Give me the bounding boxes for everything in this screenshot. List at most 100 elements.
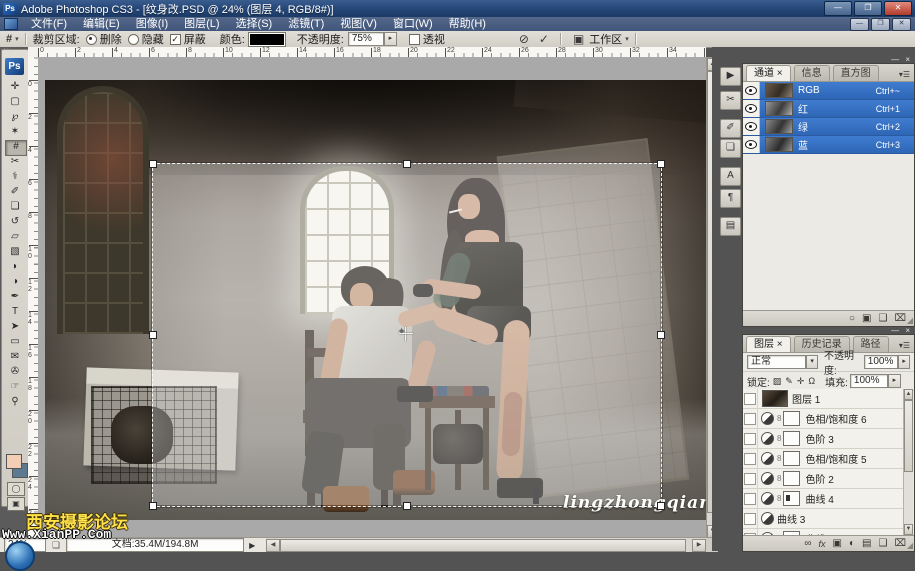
menu-item-3[interactable]: 图像(I): [128, 17, 176, 31]
panel-window-controls[interactable]: — ×: [891, 55, 912, 64]
menu-item-6[interactable]: 滤镜(T): [280, 17, 332, 31]
horizontal-scrollbar[interactable]: ◀ ▶: [266, 537, 706, 552]
path-selection-tool[interactable]: ➤: [5, 320, 25, 334]
dodge-tool[interactable]: ◑: [5, 275, 25, 289]
pen-tool[interactable]: ✒: [5, 290, 25, 304]
perspective-checkbox[interactable]: [409, 34, 420, 45]
layer-row[interactable]: 8色阶 3: [743, 429, 904, 449]
eye-checkbox[interactable]: [744, 433, 756, 445]
quick-mask-button[interactable]: ◯: [7, 482, 25, 496]
layers-tab-1[interactable]: 图层 ×: [746, 336, 791, 352]
panel-menu-icon[interactable]: ▾☰: [899, 341, 914, 352]
crop-handle-s[interactable]: [403, 502, 411, 510]
blend-mode-select[interactable]: 正常: [747, 355, 806, 369]
crop-tool-preset[interactable]: # ▾: [6, 33, 19, 45]
screen-mode-button[interactable]: ▣: [7, 497, 25, 511]
channel-row[interactable]: RGBCtrl+~: [743, 82, 914, 100]
scroll-right-icon[interactable]: ▶: [692, 539, 706, 552]
eye-checkbox[interactable]: [744, 513, 756, 525]
tool-presets-icon[interactable]: ✂: [720, 91, 741, 110]
slice-tool[interactable]: ✂: [5, 155, 25, 169]
foreground-color-swatch[interactable]: [6, 454, 22, 469]
crop-handle-w[interactable]: [149, 331, 157, 339]
new-group-icon[interactable]: ▤: [862, 537, 871, 551]
visibility-cell[interactable]: [743, 82, 760, 99]
resize-grip-icon[interactable]: ◢: [907, 541, 913, 550]
crop-handle-se[interactable]: [657, 502, 665, 510]
close-button[interactable]: ✕: [884, 1, 912, 16]
layer-comps-icon[interactable]: ▤: [720, 217, 741, 236]
delete-radio[interactable]: [86, 34, 97, 45]
delete-layer-icon[interactable]: ⌧: [894, 537, 906, 551]
commit-crop-icon[interactable]: ✓: [539, 32, 549, 46]
panel-window-controls[interactable]: — ×: [891, 326, 912, 335]
channel-row[interactable]: 蓝Ctrl+3: [743, 136, 914, 154]
save-selection-as-channel-icon[interactable]: ▣: [862, 312, 871, 326]
character-icon[interactable]: A: [720, 167, 741, 186]
doc-close-button[interactable]: ✕: [892, 18, 911, 31]
layers-scrollbar[interactable]: ▲ ▼: [903, 389, 913, 535]
crop-handle-n[interactable]: [403, 160, 411, 168]
crop-handle-e[interactable]: [657, 331, 665, 339]
visibility-cell[interactable]: [743, 449, 758, 468]
opacity-dropdown-button[interactable]: ▸: [384, 32, 397, 46]
channel-row[interactable]: 绿Ctrl+2: [743, 118, 914, 136]
layer-row[interactable]: 8曲线 4: [743, 489, 904, 509]
zoom-tool[interactable]: ⚲: [5, 395, 25, 409]
layers-opacity-field[interactable]: 100%: [864, 355, 899, 369]
channels-tab-3[interactable]: 直方图: [833, 65, 879, 81]
shield-color-swatch[interactable]: [249, 33, 285, 46]
scroll-up-icon[interactable]: ▲: [904, 389, 913, 400]
visibility-cell[interactable]: [743, 489, 758, 508]
type-tool[interactable]: T: [5, 305, 25, 319]
cancel-crop-icon[interactable]: ⊘: [519, 32, 529, 46]
bridge-icon[interactable]: ▣: [573, 32, 584, 46]
layers-scroll-thumb[interactable]: [904, 400, 913, 472]
crop-center-point[interactable]: [399, 327, 413, 341]
hand-tool[interactable]: ☞: [5, 380, 25, 394]
visibility-cell[interactable]: [743, 100, 760, 117]
eye-checkbox[interactable]: [744, 493, 756, 505]
status-menu-arrow-icon[interactable]: ▶: [249, 541, 255, 550]
hide-radio[interactable]: [128, 34, 139, 45]
add-layer-mask-icon[interactable]: ▣: [833, 537, 842, 551]
actions-icon[interactable]: ▶: [720, 67, 741, 86]
magic-wand-tool[interactable]: ✶: [5, 125, 25, 139]
menu-item-7[interactable]: 视图(V): [332, 17, 385, 31]
layer-style-icon[interactable]: fx: [819, 537, 826, 551]
minimize-button[interactable]: —: [824, 1, 852, 16]
shape-tool[interactable]: ▭: [5, 335, 25, 349]
visibility-cell[interactable]: [743, 469, 758, 488]
menu-item-2[interactable]: 编辑(E): [75, 17, 128, 31]
link-layers-icon[interactable]: ∞: [804, 537, 811, 551]
lock-transparency-icon[interactable]: ▨: [773, 376, 782, 387]
channels-tab-1[interactable]: 通道 ×: [746, 65, 791, 81]
gradient-tool[interactable]: ▧: [5, 245, 25, 259]
clone-source-icon[interactable]: ❏: [720, 139, 741, 158]
paragraph-icon[interactable]: ¶: [720, 189, 741, 208]
panel-menu-icon[interactable]: ▾☰: [899, 70, 914, 81]
lasso-tool[interactable]: ℘: [5, 110, 25, 124]
eye-checkbox[interactable]: [744, 473, 756, 485]
menu-item-5[interactable]: 选择(S): [228, 17, 281, 31]
lock-position-icon[interactable]: ✛: [797, 376, 805, 387]
layers-opacity-dropdown-icon[interactable]: ▸: [898, 355, 910, 369]
visibility-cell[interactable]: [743, 389, 758, 408]
crop-handle-sw[interactable]: [149, 502, 157, 510]
channel-row[interactable]: 红Ctrl+1: [743, 100, 914, 118]
layer-row[interactable]: 曲线 3: [743, 509, 904, 529]
eye-checkbox[interactable]: [744, 453, 756, 465]
doc-minimize-button[interactable]: —: [850, 18, 869, 31]
eye-checkbox[interactable]: [744, 413, 756, 425]
clone-stamp-tool[interactable]: ❏: [5, 200, 25, 214]
notes-tool[interactable]: ✉: [5, 350, 25, 364]
menu-item-1[interactable]: 文件(F): [23, 17, 75, 31]
opacity-input[interactable]: 75%: [348, 32, 384, 46]
layer-row[interactable]: 图层 1: [743, 389, 904, 409]
layer-row[interactable]: 8色相/饱和度 5: [743, 449, 904, 469]
eye-checkbox[interactable]: [744, 393, 756, 405]
move-tool[interactable]: ✛: [5, 80, 25, 94]
layer-row[interactable]: 8色阶 2: [743, 469, 904, 489]
new-layer-icon[interactable]: ❑: [879, 537, 888, 551]
fill-field[interactable]: 100%: [850, 374, 888, 388]
